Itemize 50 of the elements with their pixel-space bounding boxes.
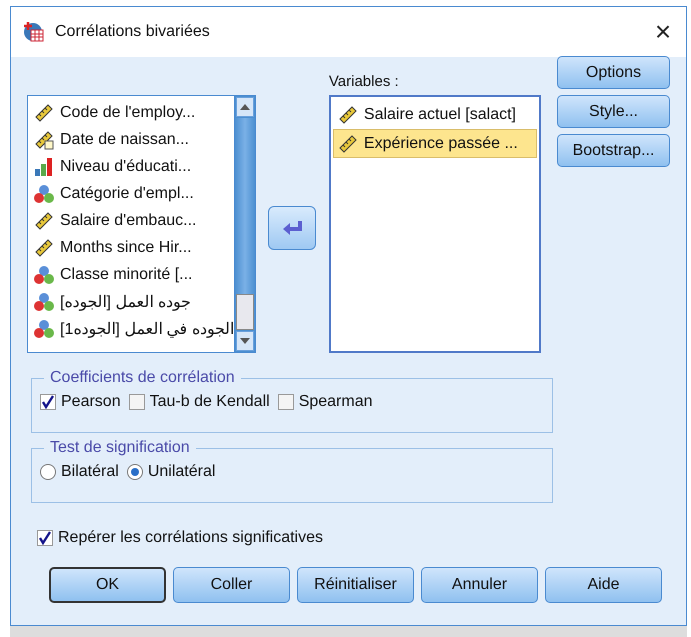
bar-chart-icon <box>34 156 54 176</box>
ruler-icon <box>338 104 358 124</box>
variable-item[interactable]: Code de l'employ... <box>30 99 232 126</box>
dialog-button[interactable]: Aide <box>545 567 662 603</box>
dialog-button[interactable]: Bootstrap... <box>557 134 670 167</box>
circles-icon <box>34 318 54 338</box>
variable-item[interactable]: Catégorie d'empl... <box>30 180 232 207</box>
checkmark-icon <box>41 395 55 409</box>
dialog-button[interactable]: OK <box>49 567 166 603</box>
variable-item[interactable]: Months since Hir... <box>30 234 232 261</box>
radio-button[interactable]: Bilatéral <box>40 463 119 481</box>
move-button[interactable] <box>268 206 316 250</box>
dialog-button[interactable]: Coller <box>173 567 290 603</box>
radio-button[interactable]: Unilatéral <box>126 463 216 481</box>
window-title: Corrélations bivariées <box>55 23 210 41</box>
ruler-icon <box>34 210 54 230</box>
variable-item[interactable]: Expérience passée ... <box>332 129 537 158</box>
dialog-button[interactable]: Options <box>557 56 670 89</box>
variable-item[interactable]: Salaire d'embauc... <box>30 207 232 234</box>
table-plus-icon <box>23 21 45 43</box>
dialog-button[interactable]: Style... <box>557 95 670 128</box>
arrow-icon <box>282 220 302 236</box>
variable-item[interactable]: Salaire actuel [salact] <box>332 100 537 129</box>
dialog-button[interactable]: Annuler <box>421 567 538 603</box>
triangle-down-icon <box>240 338 250 344</box>
variable-item[interactable]: Niveau d'éducati... <box>30 153 232 180</box>
checkbox[interactable]: Spearman <box>278 393 373 411</box>
circles-icon <box>34 264 54 284</box>
dialog-button[interactable]: Réinitialiser <box>297 567 414 603</box>
scrollbar-thumb[interactable] <box>236 294 254 330</box>
group-title: Test de signification <box>49 439 191 457</box>
group-title: Coefficients de corrélation <box>49 369 236 387</box>
variable-item[interactable]: الجوده في العمل [الجوده1] <box>30 315 232 342</box>
checkbox[interactable]: Tau-b de Kendall <box>128 393 270 411</box>
scrollbar[interactable] <box>234 96 255 352</box>
variable-item[interactable]: جوده العمل [الجوده] <box>30 288 232 315</box>
variable-item[interactable]: Date de naissan... <box>30 126 232 153</box>
ruler-icon <box>34 130 54 150</box>
triangle-up-icon <box>240 104 250 110</box>
close-button[interactable]: × <box>640 12 686 52</box>
variables-label: Variables : <box>328 72 400 92</box>
ruler-icon <box>338 134 358 154</box>
circles-icon <box>34 292 54 312</box>
checkbox[interactable]: Repérer les corrélations significatives <box>37 529 670 547</box>
ruler-icon <box>34 102 54 122</box>
checkmark-icon <box>38 531 52 545</box>
ruler-icon <box>34 238 54 258</box>
circles-icon <box>34 184 54 204</box>
variable-item[interactable]: Classe minorité [... <box>30 261 232 288</box>
checkbox[interactable]: Pearson <box>40 393 121 411</box>
